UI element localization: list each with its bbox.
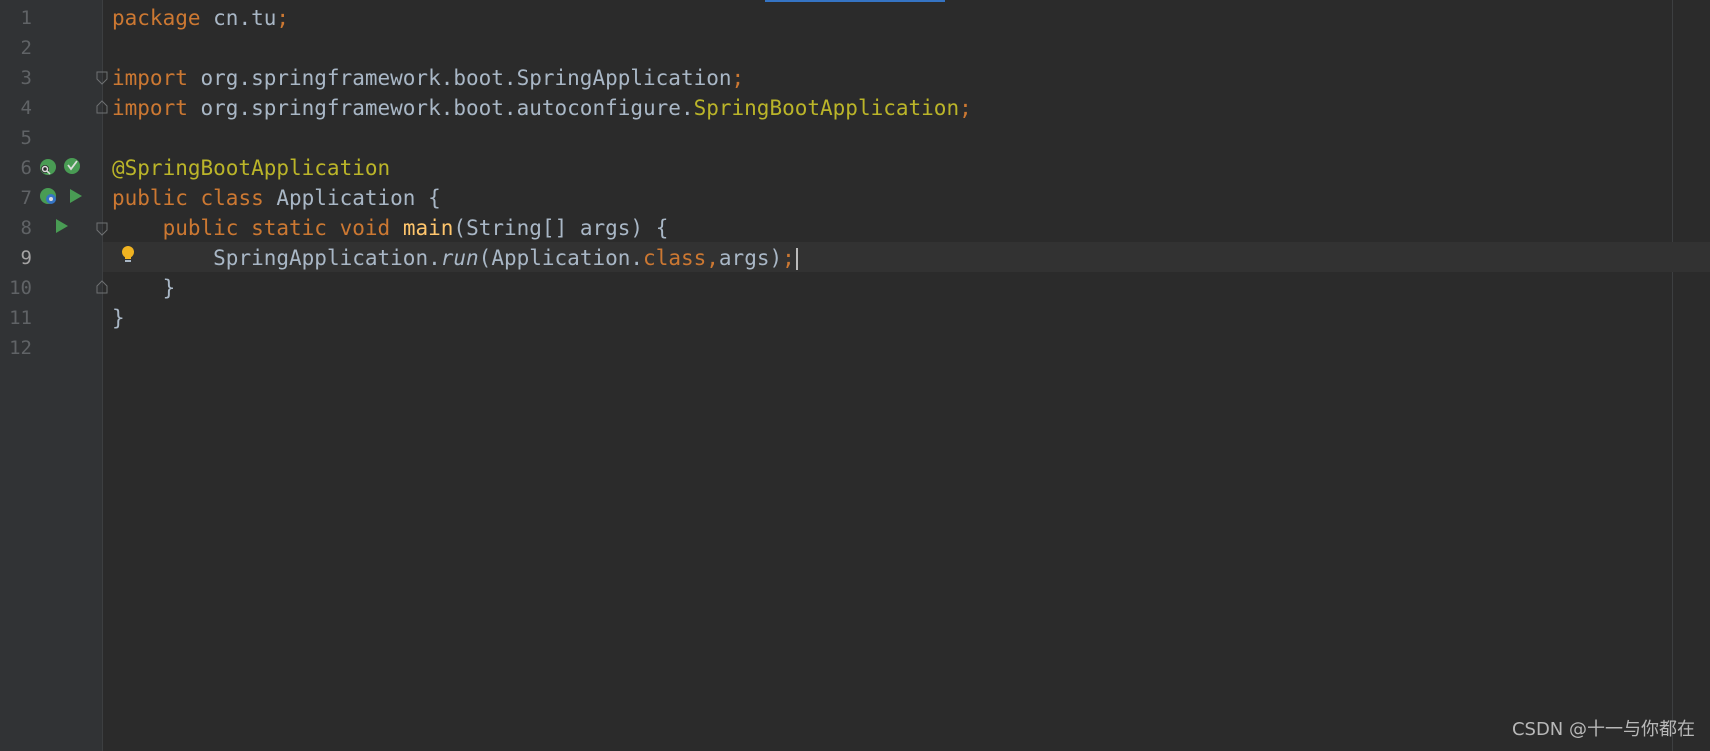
keyword: void: [339, 216, 391, 240]
spring-bean-icon[interactable]: [38, 186, 58, 206]
line-number: 7: [20, 187, 32, 209]
fold-icon[interactable]: [96, 222, 108, 236]
fold-icon[interactable]: [96, 100, 108, 114]
code-text: SpringApplication.: [213, 246, 441, 270]
line-number: 6: [20, 157, 32, 179]
right-margin-guide: [1672, 0, 1673, 751]
semicolon: ;: [782, 246, 795, 270]
semicolon: ;: [959, 96, 972, 120]
keyword: class,: [643, 246, 719, 270]
code-line-9[interactable]: SpringApplication.run(Application.class,…: [112, 243, 798, 273]
text-caret: [795, 248, 798, 270]
line-number: 12: [9, 337, 32, 359]
spring-bean-icon[interactable]: [38, 157, 58, 177]
line-number: 3: [20, 67, 32, 89]
keyword: public: [112, 186, 188, 210]
keyword: static: [251, 216, 327, 240]
run-icon[interactable]: [52, 216, 72, 236]
keyword: import: [112, 96, 188, 120]
watermark: CSDN @十一与你都在: [1511, 719, 1695, 740]
run-icon[interactable]: [66, 186, 86, 206]
scroll-tab-indicator: [765, 0, 945, 2]
keyword: package: [112, 6, 201, 30]
code-line-10[interactable]: }: [112, 273, 176, 303]
spring-bean-icon[interactable]: [62, 156, 82, 176]
code-line-4[interactable]: import org.springframework.boot.autoconf…: [112, 93, 972, 123]
code-line-11[interactable]: }: [112, 303, 125, 333]
code-text: org.springframework.boot.autoconfigure.: [187, 96, 694, 120]
keyword: public: [162, 216, 239, 240]
annotation: @SpringBootApplication: [112, 156, 391, 180]
code-line-1[interactable]: package cn.tu;: [112, 3, 289, 33]
keyword: class: [200, 186, 264, 210]
code-text: cn.tu: [200, 6, 277, 30]
keyword: import: [112, 66, 188, 90]
static-method-call: run: [440, 246, 479, 270]
line-number: 5: [20, 127, 32, 149]
fold-icon[interactable]: [96, 280, 108, 294]
line-number: 4: [20, 97, 32, 119]
line-number-current: 9: [20, 247, 32, 269]
code-line-7[interactable]: public class Application {: [112, 183, 441, 213]
code-text: args): [718, 246, 783, 270]
code-line-8[interactable]: public static void main(String[] args) {: [112, 213, 669, 243]
code-line-3[interactable]: import org.springframework.boot.SpringAp…: [112, 63, 744, 93]
code-line-6[interactable]: @SpringBootApplication: [112, 153, 390, 183]
code-editor[interactable]: 1 2 3 4 5 6 7 8 9 10 11 12 package cn.tu…: [0, 0, 1710, 751]
line-number: 11: [9, 307, 32, 329]
method-name: main: [402, 216, 454, 240]
line-number: 8: [20, 217, 32, 239]
line-number: 10: [9, 277, 32, 299]
annotation-class-ref: SpringBootApplication: [693, 96, 960, 120]
semicolon: ;: [276, 6, 290, 30]
line-number: 2: [20, 37, 32, 59]
code-text: org.springframework.boot.SpringApplicati…: [187, 66, 732, 90]
code-text: Application {: [263, 186, 441, 210]
code-text: (Application.: [478, 246, 644, 270]
code-text: }: [112, 276, 176, 300]
semicolon: ;: [731, 66, 745, 90]
fold-icon[interactable]: [96, 71, 108, 85]
line-number: 1: [20, 7, 32, 29]
code-text: }: [112, 306, 125, 330]
code-text: (String[] args) {: [453, 216, 669, 240]
